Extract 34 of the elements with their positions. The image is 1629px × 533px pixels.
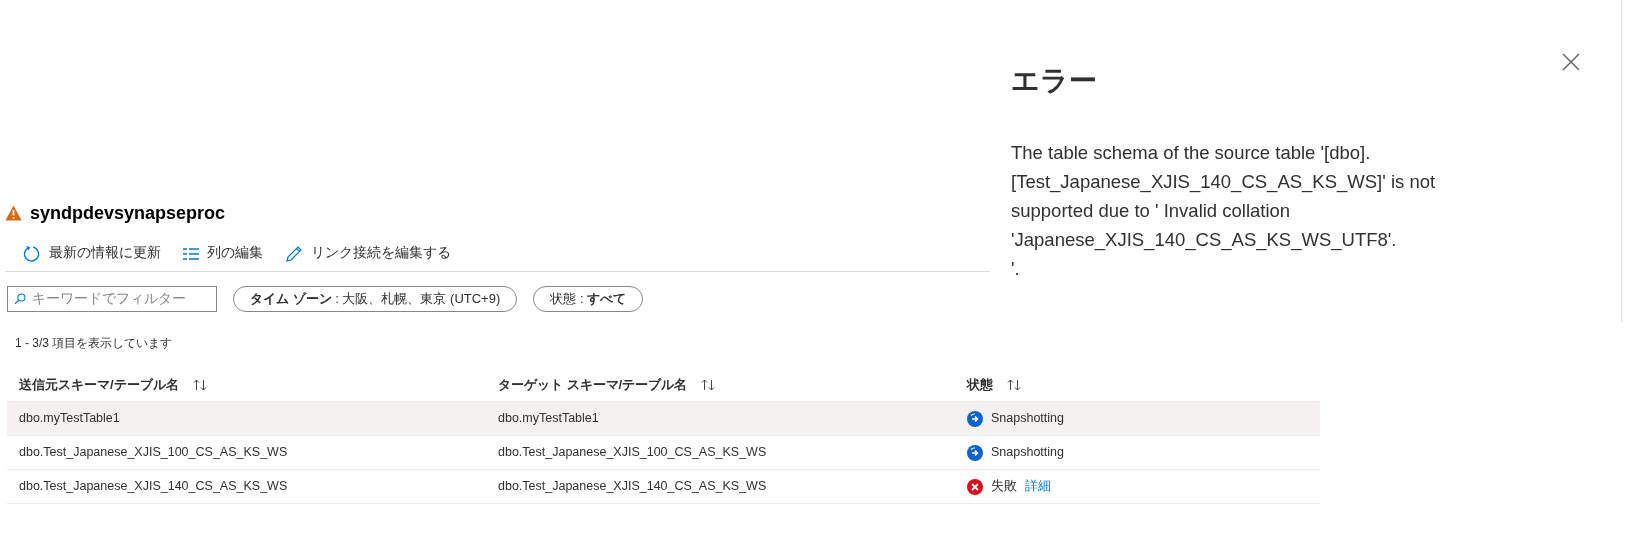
table-cell: dbo.Test_Japanese_XJIS_140_CS_AS_KS_WS	[19, 479, 288, 494]
status-text: Snapshotting	[991, 444, 1064, 462]
resource-title: syndpdevsynapseproc	[30, 201, 226, 225]
sort-icon[interactable]	[701, 378, 716, 391]
sync-status-icon	[967, 410, 983, 427]
table-cell: dbo.Test_Japanese_XJIS_100_CS_AS_KS_WS	[19, 445, 288, 460]
error-message: The table schema of the source table '[dbo]. [Test_Japanese_XJIS_140_CS_AS_KS_WS]' is not supported due to ' Invalid collation 'Japanese_XJIS_140_CS_AS_KS_WS_UTF8'. '.	[1010, 141, 1437, 281]
column-header[interactable]: ターゲット スキーマ/テーブル名	[498, 374, 688, 395]
table-cell: dbo.myTestTable1	[19, 411, 120, 426]
status-text: 失敗	[991, 478, 1017, 496]
toolbar-button[interactable]: 最新の情報に更新	[23, 238, 161, 269]
refresh-icon	[23, 244, 41, 263]
pencil-icon	[285, 244, 303, 263]
close-icon	[1562, 53, 1580, 71]
column-header[interactable]: 状態	[967, 374, 993, 395]
error-status-icon	[967, 478, 983, 495]
warning-icon	[5, 205, 22, 221]
toolbar-button[interactable]: リンク接続を編集する	[285, 238, 451, 269]
table-cell: dbo.Test_Japanese_XJIS_140_CS_AS_KS_WS	[498, 479, 767, 494]
sort-icon[interactable]	[192, 378, 207, 391]
toolbar-button[interactable]: 列の編集	[183, 238, 263, 269]
table-cell: dbo.Test_Japanese_XJIS_100_CS_AS_KS_WS	[498, 445, 767, 460]
item-count: 1 - 3/3 項目を表示しています	[14, 335, 174, 352]
status-text: Snapshotting	[991, 410, 1064, 428]
search-field[interactable]: キーワードでフィルター	[7, 286, 217, 312]
sort-icon[interactable]	[1007, 378, 1021, 391]
table-row[interactable]: dbo.myTestTable1 dbo.myTestTable1 Snapshotting	[7, 402, 1320, 436]
sync-status-icon	[967, 444, 983, 461]
details-link[interactable]: 詳細	[1025, 477, 1051, 496]
panel-title: エラー	[1011, 64, 1097, 98]
column-header[interactable]: 送信元スキーマ/テーブル名	[19, 374, 179, 395]
list-icon	[183, 247, 199, 260]
search-icon	[14, 293, 26, 305]
table-cell: dbo.myTestTable1	[498, 411, 599, 426]
